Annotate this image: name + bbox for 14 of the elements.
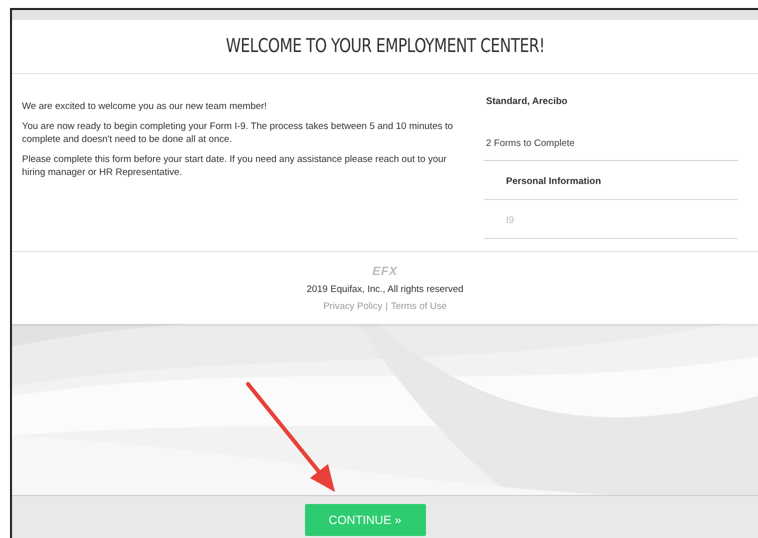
logo: EFX — [372, 262, 398, 280]
page-title: WELCOME TO YOUR EMPLOYMENT CENTER! — [226, 34, 544, 59]
employee-name: Standard, Arecibo — [486, 94, 568, 108]
copyright-text: 2019 Equifax, Inc., All rights reserved — [306, 282, 464, 296]
intro-paragraph: You are now ready to begin completing your Form I-9. The process takes between 5 and 10 minutes to complete and doesn't need to be done all at once. — [22, 120, 454, 146]
terms-of-use-link[interactable]: Terms of Use — [390, 300, 447, 314]
form-section-label: Personal Information — [506, 176, 602, 186]
continue-button[interactable]: CONTINUE » — [304, 504, 426, 536]
form-item[interactable]: I9 — [506, 214, 514, 226]
forms-count: 2 Forms to Complete — [486, 138, 575, 148]
privacy-policy-link[interactable]: Privacy Policy — [323, 300, 382, 314]
intro-paragraph: Please complete this form before your start date. If you need any assistance please reach out to your hiring manager or HR Representative. — [22, 152, 448, 178]
intro-paragraph: We are excited to welcome you as our new team member! — [22, 100, 268, 112]
link-separator: | — [385, 300, 388, 314]
